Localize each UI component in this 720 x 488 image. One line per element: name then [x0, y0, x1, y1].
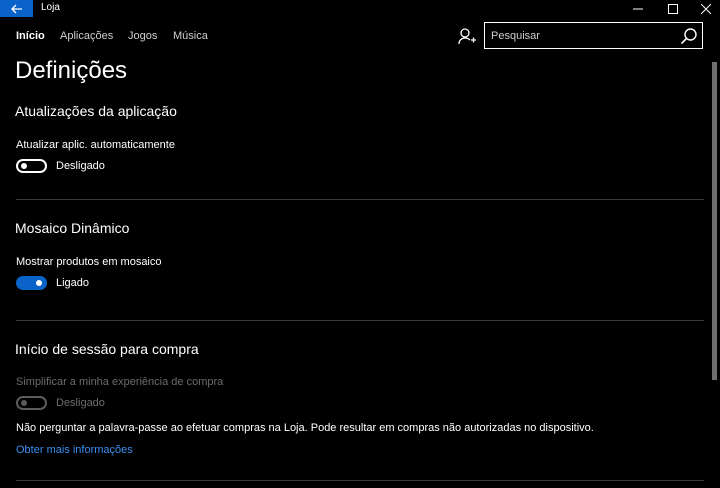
purchase-simplify-toggle[interactable]	[16, 396, 47, 410]
search-input[interactable]	[491, 28, 671, 43]
scrollbar[interactable]	[712, 62, 717, 380]
close-button[interactable]	[690, 0, 720, 17]
auto-update-toggle[interactable]	[16, 159, 47, 173]
section-divider	[16, 199, 704, 200]
section-title-live-tile: Mosaico Dinâmico	[15, 220, 130, 236]
back-arrow-icon	[10, 4, 22, 13]
window-title: Loja	[41, 2, 60, 13]
nav-tab-aplicacoes[interactable]: Aplicações	[60, 30, 113, 42]
live-tile-toggle[interactable]	[16, 276, 47, 290]
section-title-purchase-signin: Início de sessão para compra	[15, 341, 199, 357]
toggle-knob	[21, 400, 27, 406]
page-title: Definições	[15, 57, 128, 84]
title-bar: Loja	[0, 0, 720, 17]
nav-tab-jogos[interactable]: Jogos	[128, 30, 157, 42]
section-divider	[16, 480, 704, 481]
search-icon[interactable]	[680, 27, 698, 45]
search-box	[484, 22, 703, 49]
purchase-simplify-label: Simplificar a minha experiência de compr…	[16, 376, 224, 388]
toggle-knob	[21, 163, 27, 169]
toggle-knob	[36, 280, 42, 286]
minimize-button[interactable]	[622, 0, 654, 17]
nav-tab-musica[interactable]: Música	[173, 30, 208, 42]
maximize-button[interactable]	[657, 0, 689, 17]
auto-update-label: Atualizar aplic. automaticamente	[16, 139, 175, 151]
live-tile-label: Mostrar produtos em mosaico	[16, 256, 162, 268]
purchase-simplify-state: Desligado	[56, 397, 105, 409]
section-divider	[16, 320, 704, 321]
more-info-link[interactable]: Obter mais informações	[16, 444, 133, 456]
maximize-icon	[668, 3, 678, 14]
purchase-description: Não perguntar a palavra-passe ao efetuar…	[16, 422, 594, 434]
auto-update-state: Desligado	[56, 160, 105, 172]
minimize-icon	[633, 8, 643, 9]
back-button[interactable]	[0, 0, 33, 17]
nav-tab-inicio[interactable]: Início	[16, 30, 45, 42]
live-tile-state: Ligado	[56, 277, 90, 289]
close-icon	[701, 3, 711, 14]
account-icon[interactable]	[458, 27, 476, 45]
section-title-app-updates: Atualizações da aplicação	[15, 103, 177, 119]
